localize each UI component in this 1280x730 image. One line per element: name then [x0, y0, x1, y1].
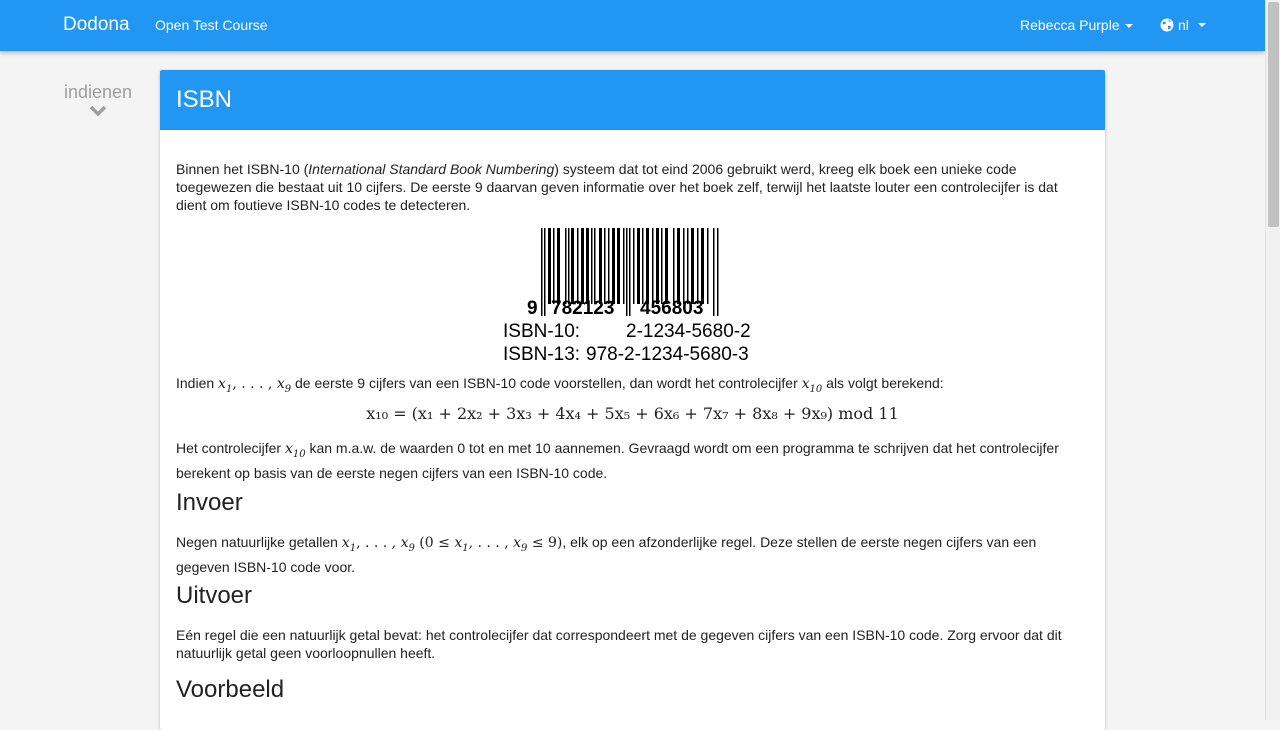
top-navbar: Dodona Open Test Course Rebecca Purple n…: [0, 0, 1265, 51]
isbn13-value: 978-2-1234-5680-3: [586, 344, 749, 365]
chevron-down-icon: [89, 105, 107, 117]
submit-toggle[interactable]: indienen: [62, 82, 134, 117]
course-link[interactable]: Open Test Course: [155, 17, 268, 33]
example-heading: Voorbeeld: [176, 676, 285, 703]
user-name: Rebecca Purple: [1020, 17, 1120, 33]
caret-down-icon: [1124, 24, 1133, 29]
isbn-barcode-image: 9 782123 456803 ISBN-10: 2-1234-5680-2 I…: [503, 228, 751, 365]
barcode-digits-right: 456803: [640, 298, 703, 319]
isbn10-label: ISBN-10:: [503, 321, 580, 342]
barcode-digit-left: 9: [527, 298, 538, 319]
formula-intro-paragraph: Indien x1, . . . , x9 de eerste 9 cijfer…: [176, 375, 944, 395]
page-scrollbar[interactable]: [1265, 0, 1280, 720]
intro-paragraph: Binnen het ISBN-10 (International Standa…: [176, 161, 1058, 213]
submit-label: indienen: [63, 82, 133, 102]
caret-down-icon: [1197, 23, 1206, 27]
brand-link[interactable]: Dodona: [63, 14, 130, 36]
isbn13-label: ISBN-13:: [503, 344, 580, 365]
output-heading: Uitvoer: [176, 582, 253, 609]
formula-display: x₁₀ = (x₁ + 2x₂ + 3x₃ + 4x₄ + 5x₅ + 6x₆ …: [366, 404, 899, 423]
input-heading: Invoer: [176, 489, 243, 516]
output-paragraph: Eén regel die een natuurlijk getal bevat…: [176, 627, 1062, 661]
language-label: nl: [1178, 17, 1189, 33]
isbn10-value: 2-1234-5680-2: [626, 321, 751, 342]
scrollbar-thumb[interactable]: [1268, 2, 1279, 227]
after-formula-paragraph: Het controlecijfer x10 kan m.a.w. de waa…: [176, 440, 1059, 481]
user-menu[interactable]: Rebecca Purple: [1020, 17, 1133, 33]
exercise-card: ISBN Binnen het ISBN-10 (International S…: [160, 70, 1105, 730]
globe-icon: [1160, 18, 1174, 32]
language-menu[interactable]: nl: [1160, 17, 1206, 33]
exercise-title: ISBN: [160, 70, 1105, 130]
input-paragraph: Negen natuurlijke getallen x1, . . . , x…: [176, 534, 1037, 575]
barcode-digits-mid: 782123: [551, 298, 614, 319]
